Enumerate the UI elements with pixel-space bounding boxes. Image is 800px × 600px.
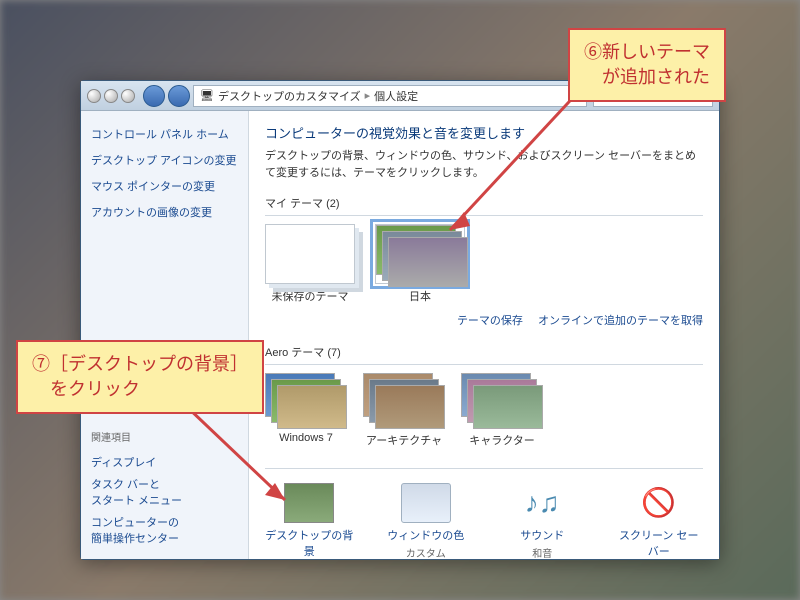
close-button[interactable]: [121, 89, 135, 103]
nav-back-button[interactable]: [143, 85, 165, 107]
nav-forward-button[interactable]: [168, 85, 190, 107]
theme-label: 日本: [375, 288, 465, 304]
aero-theme-character[interactable]: キャラクター: [461, 373, 543, 448]
bottom-settings-row: デスクトップの背景 スライド ショー ウィンドウの色 カスタム ♪♫ サウンド …: [265, 468, 703, 559]
aero-thumb-icon: [461, 373, 543, 428]
aero-thumb-icon: [363, 373, 445, 428]
bottom-label: サウンド: [498, 527, 587, 543]
breadcrumb-item[interactable]: デスクトップのカスタマイズ: [218, 88, 361, 104]
theme-thumb-icon: [265, 224, 355, 284]
aero-themes-list: Windows 7 アーキテクチャ キャラクター: [265, 373, 703, 448]
screensaver-icon: 🚫: [634, 483, 684, 523]
sidebar-item-desktop-icons[interactable]: デスクトップ アイコンの変更: [91, 147, 238, 173]
bottom-label: スクリーン セーバー: [615, 527, 704, 559]
theme-label: 未保存のテーマ: [265, 288, 355, 304]
theme-links: テーマの保存 オンラインで追加のテーマを取得: [265, 312, 703, 328]
aero-theme-architecture[interactable]: アーキテクチャ: [363, 373, 445, 448]
max-button[interactable]: [104, 89, 118, 103]
sidebar-item-ease[interactable]: コンピューターの 簡単操作センター: [91, 511, 238, 549]
annotation-callout-6: ⑥新しいテーマ が追加された: [568, 28, 726, 102]
sidebar-item-mouse-pointer[interactable]: マウス ポインターの変更: [91, 173, 238, 199]
aero-label: キャラクター: [461, 432, 543, 448]
aero-label: アーキテクチャ: [363, 432, 445, 448]
aero-themes-header: Aero テーマ (7): [265, 340, 703, 365]
save-theme-link[interactable]: テーマの保存: [457, 315, 523, 327]
window-color-icon: [401, 483, 451, 523]
window-control-buttons: [87, 89, 135, 103]
breadcrumb-item[interactable]: 個人設定: [374, 88, 418, 104]
online-themes-link[interactable]: オンラインで追加のテーマを取得: [538, 315, 703, 327]
annotation-arrow-6: [430, 80, 600, 250]
breadcrumb-icon: 🖥: [200, 89, 214, 102]
bottom-sublabel: カスタム: [382, 545, 471, 559]
min-button[interactable]: [87, 89, 101, 103]
sidebar-item-account-pic[interactable]: アカウントの画像の変更: [91, 199, 238, 225]
screensaver-button[interactable]: 🚫 スクリーン セーバー なし: [615, 483, 704, 559]
annotation-callout-7: ⑦［デスクトップの背景］ をクリック: [16, 340, 264, 414]
theme-unsaved[interactable]: 未保存のテーマ: [265, 224, 355, 304]
bottom-label: ウィンドウの色: [382, 527, 471, 543]
bottom-sublabel: 和音: [498, 545, 587, 559]
sound-button[interactable]: ♪♫ サウンド 和音: [498, 483, 587, 559]
sidebar-item-cp-home[interactable]: コントロール パネル ホーム: [91, 121, 238, 147]
sound-icon: ♪♫: [517, 483, 567, 523]
bottom-label: デスクトップの背景: [265, 527, 354, 559]
window-color-button[interactable]: ウィンドウの色 カスタム: [382, 483, 471, 559]
breadcrumb-separator-icon: ▸: [365, 89, 371, 102]
